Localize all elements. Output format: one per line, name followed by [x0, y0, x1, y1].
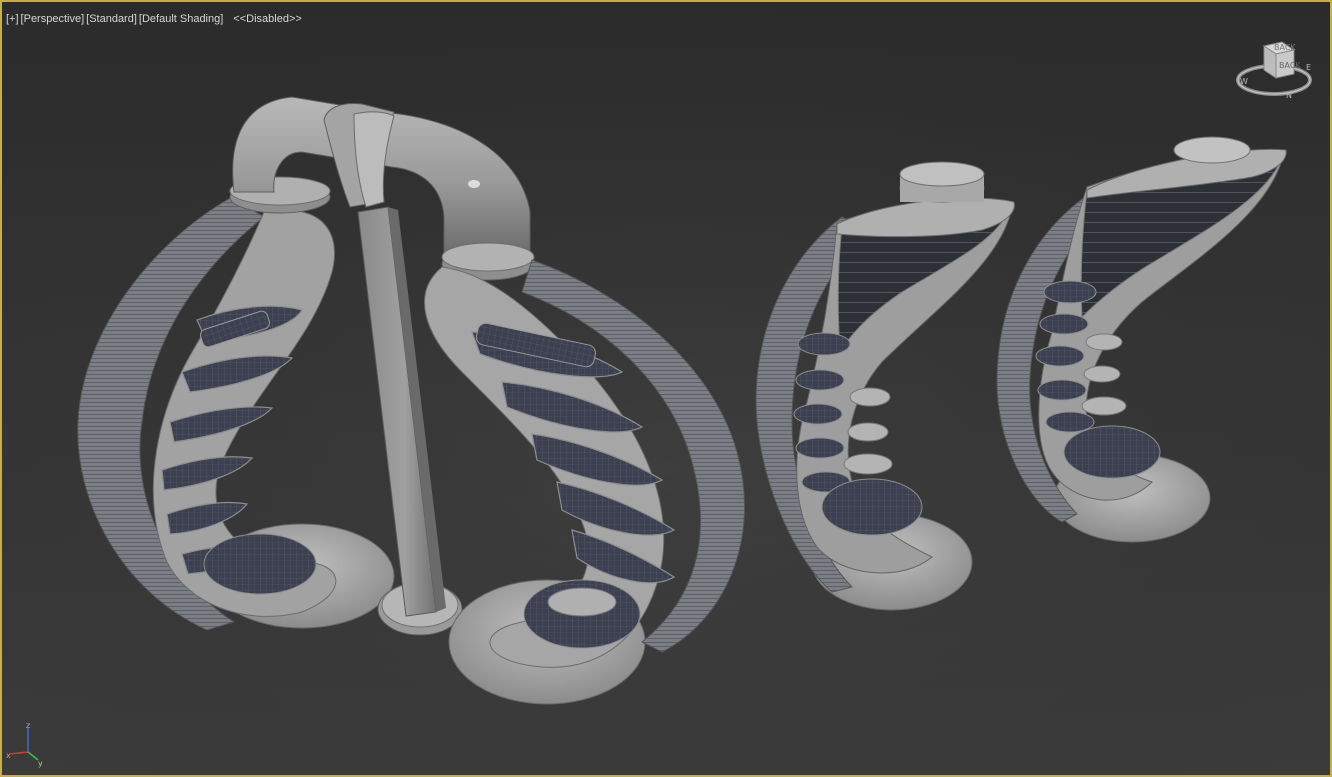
viewport-general-menu[interactable]: [+] — [5, 13, 20, 25]
viewport-status-menu[interactable]: <<Disabled>> — [232, 13, 303, 25]
viewport-label-menu: [+] [Perspective] [Standard] [Default Sh… — [5, 11, 303, 27]
x-axis-line — [9, 751, 29, 755]
viewcube[interactable]: BACK BACK W N E — [1234, 36, 1316, 102]
compass-east-label: E — [1306, 63, 1311, 72]
viewport-shading-menu[interactable]: [Default Shading] — [138, 13, 224, 25]
viewcube-face-label: BACK — [1279, 61, 1301, 70]
y-axis-label: y — [38, 759, 43, 768]
viewcube-top-label: BACK — [1274, 43, 1296, 52]
z-axis-label: z — [26, 721, 30, 730]
axis-tripod: z x y — [6, 718, 54, 768]
compass-north-label: N — [1286, 91, 1292, 100]
x-axis-label: x — [6, 751, 11, 760]
y-axis-line — [27, 751, 39, 761]
compass-west-label: W — [1240, 77, 1248, 86]
perspective-viewport[interactable]: [+] [Perspective] [Standard] [Default Sh… — [0, 0, 1332, 777]
viewport-view-menu[interactable]: [Perspective] — [20, 13, 86, 25]
scene-canvas[interactable] — [2, 2, 1332, 777]
viewport-standard-menu[interactable]: [Standard] — [85, 13, 138, 25]
